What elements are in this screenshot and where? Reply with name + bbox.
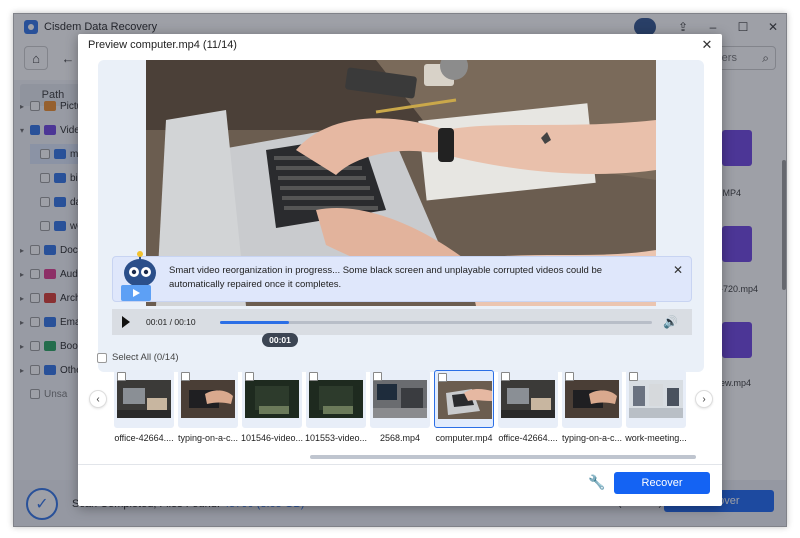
notice-close-icon[interactable]: ✕ <box>673 263 683 277</box>
video-thumbnail[interactable]: typing-on-a-c... <box>562 370 622 443</box>
preview-dialog: Preview computer.mp4 (11/14) ✕ Smart vid… <box>78 34 722 506</box>
thumbnail-label: 101546-video... <box>240 433 304 443</box>
thumbnail-frame[interactable] <box>306 370 366 428</box>
checkbox[interactable] <box>245 372 254 381</box>
thumbnail-image <box>117 380 171 418</box>
thumbnail-frame[interactable] <box>498 370 558 428</box>
play-icon[interactable] <box>122 316 130 328</box>
recover-button[interactable]: Recover <box>614 472 710 494</box>
wrench-icon[interactable]: 🔧 <box>588 474 606 492</box>
thumbnail-label: office-42664.... <box>498 433 558 443</box>
checkbox[interactable] <box>629 372 638 381</box>
thumbnail-frame[interactable] <box>562 370 622 428</box>
thumbnail-image <box>501 380 555 418</box>
thumbnail-image <box>565 380 619 418</box>
thumbnail-frame[interactable] <box>114 370 174 428</box>
prev-arrow-icon[interactable]: ‹ <box>89 390 107 408</box>
thumbnail-label: 2568.mp4 <box>379 433 421 443</box>
video-thumbnail[interactable]: computer.mp4 <box>434 370 494 443</box>
checkbox[interactable] <box>373 372 382 381</box>
checkbox[interactable] <box>117 372 126 381</box>
thumbnail-frame[interactable] <box>434 370 494 428</box>
thumbnail-label: office-42664.... <box>114 433 174 443</box>
video-thumbnail[interactable]: 101546-video... <box>240 370 304 443</box>
thumbnail-frame[interactable] <box>626 370 686 428</box>
checkbox[interactable] <box>501 372 510 381</box>
video-thumbnail[interactable]: office-42664.... <box>498 370 558 443</box>
checkbox[interactable] <box>309 372 318 381</box>
thumbnail-label: 101553-video... <box>304 433 368 443</box>
video-thumbnail[interactable]: office-42664.... <box>114 370 174 443</box>
seek-time-tooltip: 00:01 <box>262 333 298 347</box>
thumbnail-image <box>438 381 492 419</box>
select-all-checkbox[interactable]: Select All (0/14) <box>97 352 179 363</box>
video-thumbnail[interactable]: typing-on-a-c... <box>178 370 238 443</box>
thumbnail-frame[interactable] <box>242 370 302 428</box>
checkbox[interactable] <box>565 372 574 381</box>
video-controls: 00:01 / 00:10 🔊 <box>112 309 692 335</box>
thumbnail-strip: office-42664.... typing-on-a-c... 101546-v… <box>114 370 694 450</box>
video-preview: Smart video reorganization in progress..… <box>98 60 704 372</box>
thumbnail-image <box>245 380 299 418</box>
thumbnail-image <box>373 380 427 418</box>
video-thumbnail[interactable]: 2568.mp4 <box>370 370 430 443</box>
thumbnail-image <box>629 380 683 418</box>
video-thumbnail[interactable]: work-meeting... <box>625 370 687 443</box>
divider <box>78 464 722 465</box>
next-arrow-icon[interactable]: › <box>695 390 713 408</box>
thumbnail-label: typing-on-a-c... <box>177 433 239 443</box>
repair-notice-text: Smart video reorganization in progress..… <box>169 265 603 290</box>
seek-bar[interactable] <box>220 321 652 324</box>
thumbnail-label: typing-on-a-c... <box>561 433 623 443</box>
checkbox[interactable] <box>181 372 190 381</box>
repair-notice: Smart video reorganization in progress..… <box>112 251 692 302</box>
volume-icon[interactable]: 🔊 <box>663 315 678 329</box>
thumbnail-frame[interactable] <box>178 370 238 428</box>
mascot-icon <box>121 251 156 301</box>
thumbnail-label: work-meeting... <box>625 433 687 443</box>
thumbnail-frame[interactable] <box>370 370 430 428</box>
video-thumbnail[interactable]: 101553-video... <box>304 370 368 443</box>
checkbox[interactable] <box>97 352 107 363</box>
select-all-label: Select All (0/14) <box>112 352 179 363</box>
time-readout: 00:01 / 00:10 <box>146 317 196 327</box>
seek-progress <box>220 321 290 324</box>
horizontal-scrollbar[interactable] <box>310 455 696 459</box>
thumbnail-label: computer.mp4 <box>435 433 493 443</box>
thumbnail-image <box>181 380 235 418</box>
close-icon[interactable]: ✕ <box>698 36 716 54</box>
dialog-title: Preview computer.mp4 (11/14) <box>88 39 237 51</box>
checkbox[interactable] <box>438 373 447 382</box>
thumbnail-image <box>309 380 363 418</box>
